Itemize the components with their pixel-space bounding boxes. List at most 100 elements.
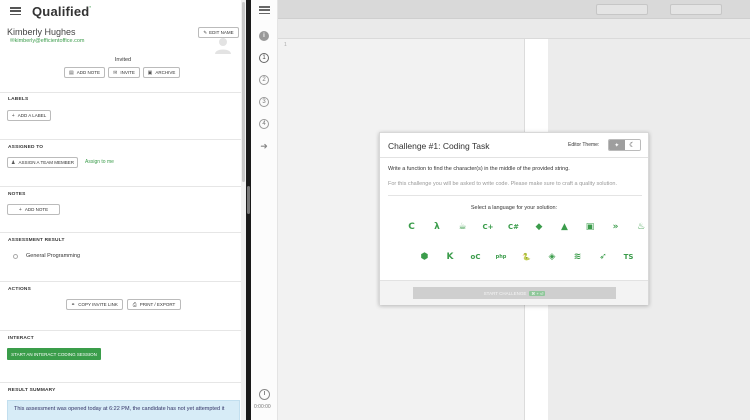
editor-theme-toggle[interactable]: ✦ ☾: [608, 139, 641, 151]
user-icon: ♟: [11, 159, 16, 166]
copy-invite-link-button[interactable]: ⚭ COPY INVITE LINK: [66, 299, 123, 310]
candidate-panel: Qualified' Kimberly Hughes ✉kimberly@eff…: [0, 0, 246, 420]
assign-to-me-link[interactable]: Assign to me: [85, 159, 114, 165]
add-label-button[interactable]: + ADD A LABEL: [7, 110, 51, 121]
assessment-item[interactable]: General Programming: [26, 253, 80, 259]
app-root: Qualified' Kimberly Hughes ✉kimberly@eff…: [0, 0, 750, 420]
challenge-step-4[interactable]: 4: [259, 119, 269, 129]
keyboard-shortcut: ⌘ + ⏎: [529, 290, 546, 296]
go-icon[interactable]: ▣: [583, 219, 598, 234]
nodejs-icon[interactable]: ⬢: [417, 249, 432, 264]
assign-member-label: ASSIGN A TEAM MEMBER: [18, 160, 74, 165]
add-note-label: ADD NOTE: [24, 207, 49, 212]
swift-icon[interactable]: ➶: [596, 249, 611, 264]
edit-name-label: EDIT NAME: [209, 30, 234, 35]
python-icon[interactable]: 🐍: [519, 249, 534, 264]
start-challenge-button[interactable]: START CHALLENGE ⌘ + ⏎: [413, 287, 616, 299]
divider: [0, 330, 246, 331]
labels-title: LABELS: [8, 97, 29, 102]
cpp-icon[interactable]: C+: [481, 219, 496, 234]
clojure-icon[interactable]: λ: [430, 219, 445, 234]
sun-icon[interactable]: ✦: [609, 140, 625, 150]
candidate-email[interactable]: ✉kimberly@efficientoffice.com: [10, 38, 85, 44]
archive-button[interactable]: ▣ ARCHIVE: [143, 67, 180, 78]
candidate-email-text: kimberly@efficientoffice.com: [14, 38, 85, 44]
logo[interactable]: Qualified': [32, 4, 91, 19]
challenge-step-3[interactable]: 3: [259, 97, 269, 107]
kotlin-icon[interactable]: K: [443, 249, 458, 264]
scala-icon[interactable]: ≋: [570, 249, 585, 264]
theme-label: Editor Theme:: [568, 142, 600, 148]
add-label-label: ADD A LABEL: [17, 113, 47, 118]
print-export-button[interactable]: ⎙ PRINT / EXPORT: [127, 299, 181, 310]
note-icon: ▤: [69, 69, 74, 76]
ide-subheader: [278, 19, 750, 39]
interact-title: INTERACT: [8, 336, 34, 341]
link-icon: ⚭: [71, 301, 76, 308]
plus-icon: +: [11, 112, 15, 119]
timer: 0:00:00: [254, 404, 271, 410]
divider: [0, 281, 246, 282]
divider: [0, 92, 246, 93]
divider: [0, 139, 246, 140]
divider: [0, 186, 246, 187]
divider: [0, 232, 246, 233]
result-summary-box: This assessment was opened today at 6:22…: [7, 400, 240, 420]
c-icon[interactable]: C: [404, 219, 419, 234]
typescript-icon[interactable]: TS: [621, 249, 636, 264]
drag-handle[interactable]: [247, 186, 250, 214]
ruby-icon[interactable]: ◈: [545, 249, 560, 264]
challenge-description: Write a function to find the character(s…: [388, 166, 570, 172]
start-challenge-label: START CHALLENGE: [483, 290, 527, 296]
elixir-icon[interactable]: ▲: [557, 219, 572, 234]
php-icon[interactable]: php: [494, 249, 509, 264]
add-note-top-button[interactable]: ▤ ADD NOTE: [64, 67, 105, 78]
toolbar-button[interactable]: [596, 4, 648, 15]
assessment-title: ASSESSMENT RESULT: [8, 238, 65, 243]
divider: [380, 157, 648, 158]
dart-icon[interactable]: ◆: [532, 219, 547, 234]
timer-icon: [259, 389, 270, 400]
scrollbar-thumb[interactable]: [242, 2, 245, 182]
add-note-top-label: ADD NOTE: [76, 70, 100, 75]
actions-title: ACTIONS: [8, 287, 31, 292]
haskell-icon[interactable]: »: [608, 219, 623, 234]
divider: [388, 195, 642, 196]
result-summary-title: RESULT SUMMARY: [8, 388, 56, 393]
challenge-step-2[interactable]: 2: [259, 75, 269, 85]
toolbar-button[interactable]: [670, 4, 722, 15]
moon-icon[interactable]: ☾: [624, 140, 640, 150]
coffeescript-icon[interactable]: ☕: [455, 219, 470, 234]
divider: [0, 382, 246, 383]
language-prompt: Select a language for your solution:: [470, 205, 558, 211]
copy-invite-link-label: COPY INVITE LINK: [78, 302, 118, 307]
objc-icon[interactable]: oC: [468, 249, 483, 264]
add-note-button[interactable]: + ADD NOTE: [7, 204, 60, 215]
modal-title: Challenge #1: Coding Task: [388, 141, 490, 151]
start-interact-session-button[interactable]: START AN INTERACT CODING SESSION: [7, 348, 101, 360]
modal-footer: START CHALLENGE ⌘ + ⏎: [380, 280, 648, 305]
csharp-icon[interactable]: C#: [506, 219, 521, 234]
print-icon: ⎙: [132, 301, 137, 308]
archive-icon: ▣: [147, 69, 153, 76]
ide-toolbar: [278, 0, 750, 19]
info-icon[interactable]: i: [259, 31, 269, 41]
line-number: 1: [284, 42, 287, 48]
menu-icon[interactable]: [259, 6, 270, 14]
invite-button[interactable]: ✉ INVITE: [108, 67, 140, 78]
challenge-step-1[interactable]: 1: [259, 53, 269, 63]
assessment-radio[interactable]: [13, 254, 18, 259]
pencil-icon: ✎: [203, 29, 208, 35]
avatar: [215, 38, 231, 54]
challenge-modal: Challenge #1: Coding Task Editor Theme: …: [379, 132, 649, 305]
java-icon[interactable]: ♨: [634, 219, 649, 234]
plus-icon: +: [18, 206, 22, 213]
arrow-right-icon[interactable]: ➜: [259, 141, 269, 151]
challenge-rail: i 1 2 3 4 ➜ 0:00:00: [251, 0, 278, 420]
envelope-icon: ✉: [113, 69, 118, 76]
invite-label: INVITE: [120, 70, 135, 75]
assign-member-button[interactable]: ♟ ASSIGN A TEAM MEMBER: [7, 157, 78, 168]
assigned-title: ASSIGNED TO: [8, 145, 44, 150]
invite-status: Invited: [114, 57, 132, 63]
menu-icon[interactable]: [10, 7, 21, 15]
